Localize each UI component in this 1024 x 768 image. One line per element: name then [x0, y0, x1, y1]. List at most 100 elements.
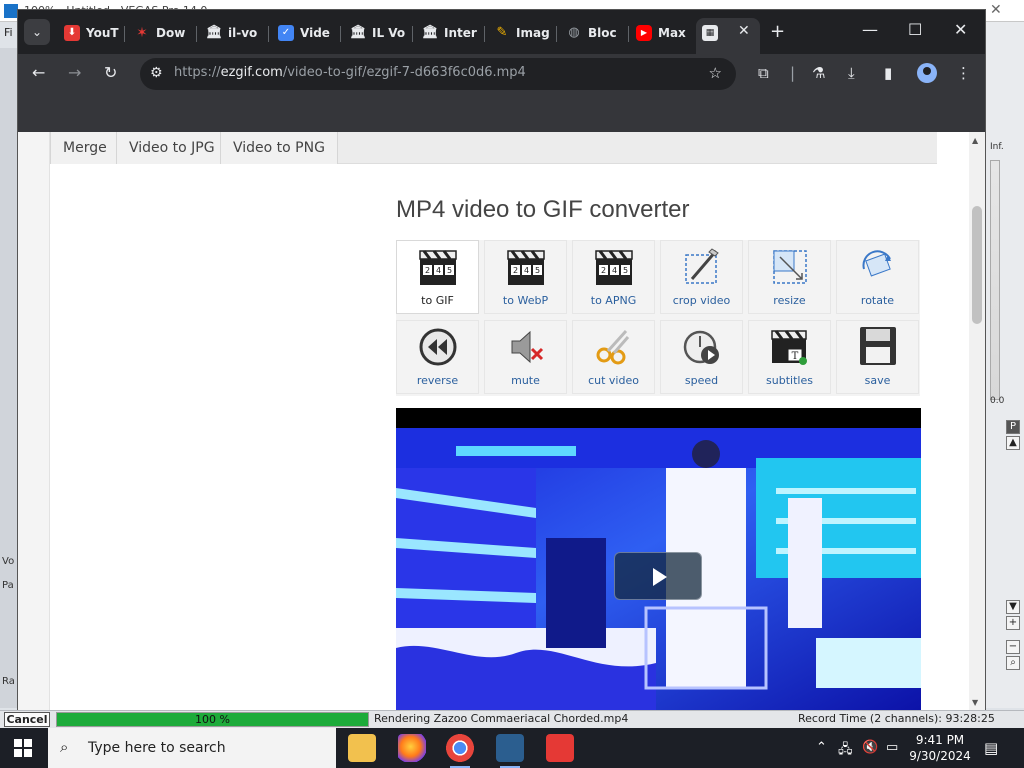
downloader-app-icon[interactable]: [546, 734, 574, 762]
tool-rotate[interactable]: rotate: [836, 240, 919, 314]
tab-close-icon[interactable]: ✕: [738, 18, 750, 46]
columns-icon: 🏛: [422, 25, 439, 40]
back-arrow-icon[interactable]: ←: [32, 63, 45, 82]
subnav-video-to-jpg[interactable]: Video to JPG: [116, 132, 228, 164]
columns-icon: 🏛: [206, 25, 223, 40]
record-time-text: Record Time (2 channels): 93:28:25: [798, 712, 995, 725]
clapperboard-icon: 2 4 5: [507, 250, 545, 285]
tool-subtitles[interactable]: T subtitles: [748, 320, 831, 394]
page-left-margin: [18, 132, 50, 710]
star-icon: ✶: [136, 25, 148, 41]
url-text[interactable]: https://ezgif.com/video-to-gif/ezgif-7-d…: [174, 65, 526, 80]
tab-block[interactable]: ◍ Bloc: [560, 18, 626, 48]
page-scrollbar[interactable]: ▲ ▼: [969, 132, 985, 710]
tool-save[interactable]: save: [836, 320, 919, 394]
youtube-icon: ▶: [636, 25, 652, 41]
background-zoom-in-icon[interactable]: +: [1006, 616, 1020, 630]
maximize-icon[interactable]: ☐: [908, 20, 922, 39]
tab-internet[interactable]: 🏛 Inter: [416, 18, 482, 48]
subtitles-icon: T: [771, 330, 807, 365]
firefox-icon[interactable]: [398, 734, 426, 762]
tab-label: il-vo: [228, 26, 258, 40]
tab-il-vo[interactable]: 🏛 il-vo: [200, 18, 266, 48]
background-up-arrow-icon[interactable]: ▲: [1006, 436, 1020, 450]
tab-image[interactable]: ✎ Imag: [488, 18, 554, 48]
file-explorer-icon[interactable]: [348, 734, 376, 762]
render-status-bar: Cancel 100 % Rendering Zazoo Commaeriaca…: [0, 710, 1024, 728]
scrollbar-thumb[interactable]: [972, 206, 982, 324]
tool-mute[interactable]: mute: [484, 320, 567, 394]
background-p-button[interactable]: P: [1006, 420, 1020, 434]
more-menu-icon[interactable]: ⋮: [956, 64, 971, 82]
cancel-render-button[interactable]: Cancel: [4, 712, 50, 727]
background-left-label: Pa: [2, 580, 14, 591]
tab-il-vo-2[interactable]: 🏛 IL Vo: [344, 18, 410, 48]
vegas-pro-icon[interactable]: [496, 734, 524, 768]
tab-separator: [556, 26, 557, 42]
background-down-arrow-icon[interactable]: ▼: [1006, 600, 1020, 614]
tray-keyboard-icon[interactable]: ▭: [886, 740, 898, 755]
taskbar-search-box[interactable]: ⌕ Type here to search: [48, 728, 336, 768]
tool-to-gif[interactable]: 2 4 5 to GIF: [396, 240, 479, 314]
downloads-icon[interactable]: ⤓: [848, 64, 855, 82]
subnav-merge[interactable]: Merge: [50, 132, 120, 164]
tool-resize[interactable]: resize: [748, 240, 831, 314]
reload-icon[interactable]: ↻: [104, 63, 117, 82]
tab-ezgif-active[interactable]: ▦ ✕: [696, 18, 760, 54]
tool-cut-video[interactable]: cut video: [572, 320, 655, 394]
tab-label: Bloc: [588, 26, 617, 40]
tool-to-apng[interactable]: 2 4 5 to APNG: [572, 240, 655, 314]
play-button[interactable]: [614, 552, 702, 600]
background-left-label: Ra: [2, 676, 15, 687]
background-zoom-out-icon[interactable]: −: [1006, 640, 1020, 654]
clock-time: 9:41 PM: [915, 733, 965, 747]
minimize-icon[interactable]: —: [862, 20, 878, 39]
tool-crop-video[interactable]: crop video: [660, 240, 743, 314]
video-player[interactable]: [396, 428, 921, 710]
scroll-up-arrow-icon[interactable]: ▲: [972, 136, 978, 145]
vegas-logo-icon: [4, 4, 18, 18]
bookmark-star-icon[interactable]: ☆: [709, 64, 722, 82]
tray-volume-muted-icon[interactable]: 🔇: [862, 740, 878, 755]
page-viewport: Merge Video to JPG Video to PNG MP4 vide…: [18, 132, 985, 710]
chrome-icon[interactable]: [446, 734, 474, 768]
taskbar-clock[interactable]: 9:41 PM 9/30/2024: [908, 732, 972, 764]
tab-max[interactable]: ▶ Max: [630, 18, 696, 48]
tab-search-button[interactable]: ⌄: [24, 19, 50, 45]
notification-center-icon[interactable]: ▤: [984, 739, 998, 757]
new-tab-plus-icon[interactable]: +: [770, 21, 785, 42]
background-left-panel: Vo Pa Ra: [0, 48, 18, 708]
site-settings-icon[interactable]: ⚙: [150, 65, 163, 81]
background-close-icon[interactable]: ✕: [990, 2, 1002, 18]
tab-label: Dow: [156, 26, 186, 40]
sub-navigation: Merge Video to JPG Video to PNG: [50, 132, 937, 164]
side-panel-icon[interactable]: ▮: [884, 64, 892, 82]
browser-window: ⌄ ⬇ YouT ✶ Dow 🏛 il-vo ✓ Vide 🏛 IL Vo 🏛 …: [18, 10, 985, 710]
windows-start-icon[interactable]: [14, 739, 32, 757]
tool-speed[interactable]: speed: [660, 320, 743, 394]
tab-video[interactable]: ✓ Vide: [272, 18, 338, 48]
tab-download[interactable]: ✶ Dow: [128, 18, 194, 48]
tool-reverse[interactable]: reverse: [396, 320, 479, 394]
tool-to-webp[interactable]: 2 4 5 to WebP: [484, 240, 567, 314]
tab-youtube-download[interactable]: ⬇ YouT: [58, 18, 124, 48]
background-menu-file[interactable]: Fi: [4, 26, 13, 39]
tab-label: Imag: [516, 26, 550, 40]
clock-date: 9/30/2024: [909, 749, 971, 763]
video-letterbox-bar: [396, 408, 921, 428]
tab-label: IL Vo: [372, 26, 406, 40]
stopwatch-icon: [683, 330, 719, 364]
globe-icon: ◍: [568, 25, 580, 40]
scroll-down-arrow-icon[interactable]: ▼: [972, 698, 978, 707]
extensions-puzzle-icon[interactable]: ⧉: [758, 64, 769, 82]
labs-flask-icon[interactable]: ⚗: [812, 64, 825, 82]
address-bar[interactable]: ⚙ https://ezgif.com/video-to-gif/ezgif-7…: [140, 58, 736, 90]
forward-arrow-icon[interactable]: →: [68, 63, 81, 82]
shield-check-icon: ✓: [278, 25, 294, 41]
background-zoom-icon[interactable]: ⌕: [1006, 656, 1020, 670]
subnav-video-to-png[interactable]: Video to PNG: [220, 132, 338, 164]
tray-network-icon[interactable]: 🖧: [838, 740, 853, 762]
window-close-icon[interactable]: ✕: [954, 20, 967, 39]
profile-avatar-icon[interactable]: [917, 63, 937, 83]
tray-chevron-up-icon[interactable]: ⌃: [816, 740, 827, 755]
